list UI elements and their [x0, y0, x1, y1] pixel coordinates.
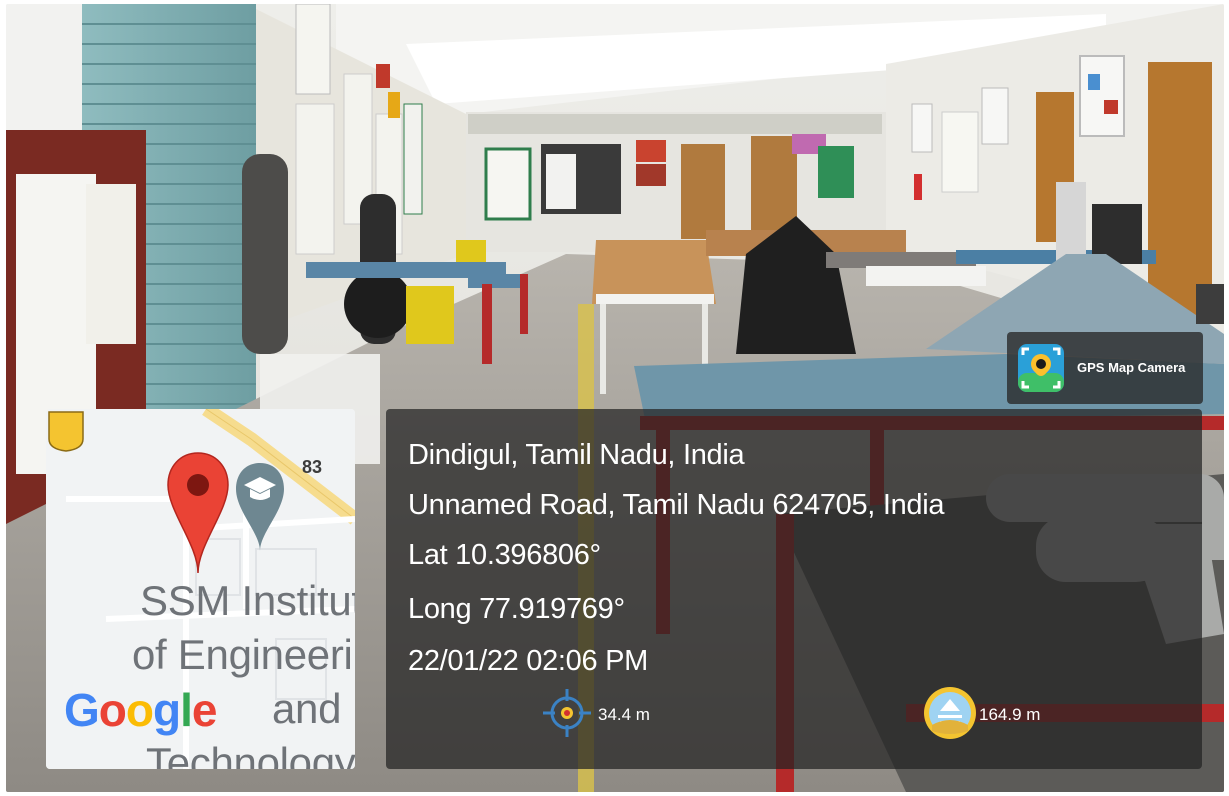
location-address: Unnamed Road, Tamil Nadu 624705, India	[408, 489, 945, 521]
map-place-line-4: Technology	[146, 739, 355, 769]
graduation-cap-icon	[236, 463, 284, 551]
google-letter: e	[191, 684, 218, 736]
map-place-line-1: SSM Institute	[140, 577, 355, 624]
accuracy-value: 34.4 m	[598, 705, 650, 724]
google-logo: Google	[64, 683, 218, 737]
location-pin-icon	[167, 452, 229, 574]
app-name: GPS Map Camera	[1077, 360, 1186, 375]
google-letter: l	[180, 684, 193, 736]
latitude: Lat 10.396806°	[408, 539, 601, 571]
crosshair-icon	[543, 689, 591, 737]
map-thumbnail[interactable]: 83 SSM Institute of Engineering and Tech…	[46, 409, 355, 769]
altitude-icon	[924, 687, 976, 739]
longitude: Long 77.919769°	[408, 593, 625, 625]
camera-frame: GPS Map Camera 83 SSM Institu of Enginee…	[6, 4, 1224, 792]
google-letter: G	[64, 684, 100, 736]
map-place-line-2: of Engineering	[132, 631, 355, 678]
google-letter: o	[125, 684, 154, 736]
datetime: 22/01/22 02:06 PM	[408, 645, 648, 677]
google-letter: g	[153, 684, 181, 736]
app-badge: GPS Map Camera	[1007, 332, 1203, 404]
altitude-value: 164.9 m	[979, 705, 1041, 724]
gps-map-camera-logo-icon	[1017, 343, 1065, 393]
map-place-line-3: and	[272, 685, 342, 732]
google-letter: o	[98, 684, 127, 736]
location-info-panel: Dindigul, Tamil Nadu, India Unnamed Road…	[386, 409, 1202, 769]
location-title: Dindigul, Tamil Nadu, India	[408, 439, 745, 471]
route-number: 83	[301, 457, 323, 477]
route-shield-icon	[48, 411, 84, 452]
